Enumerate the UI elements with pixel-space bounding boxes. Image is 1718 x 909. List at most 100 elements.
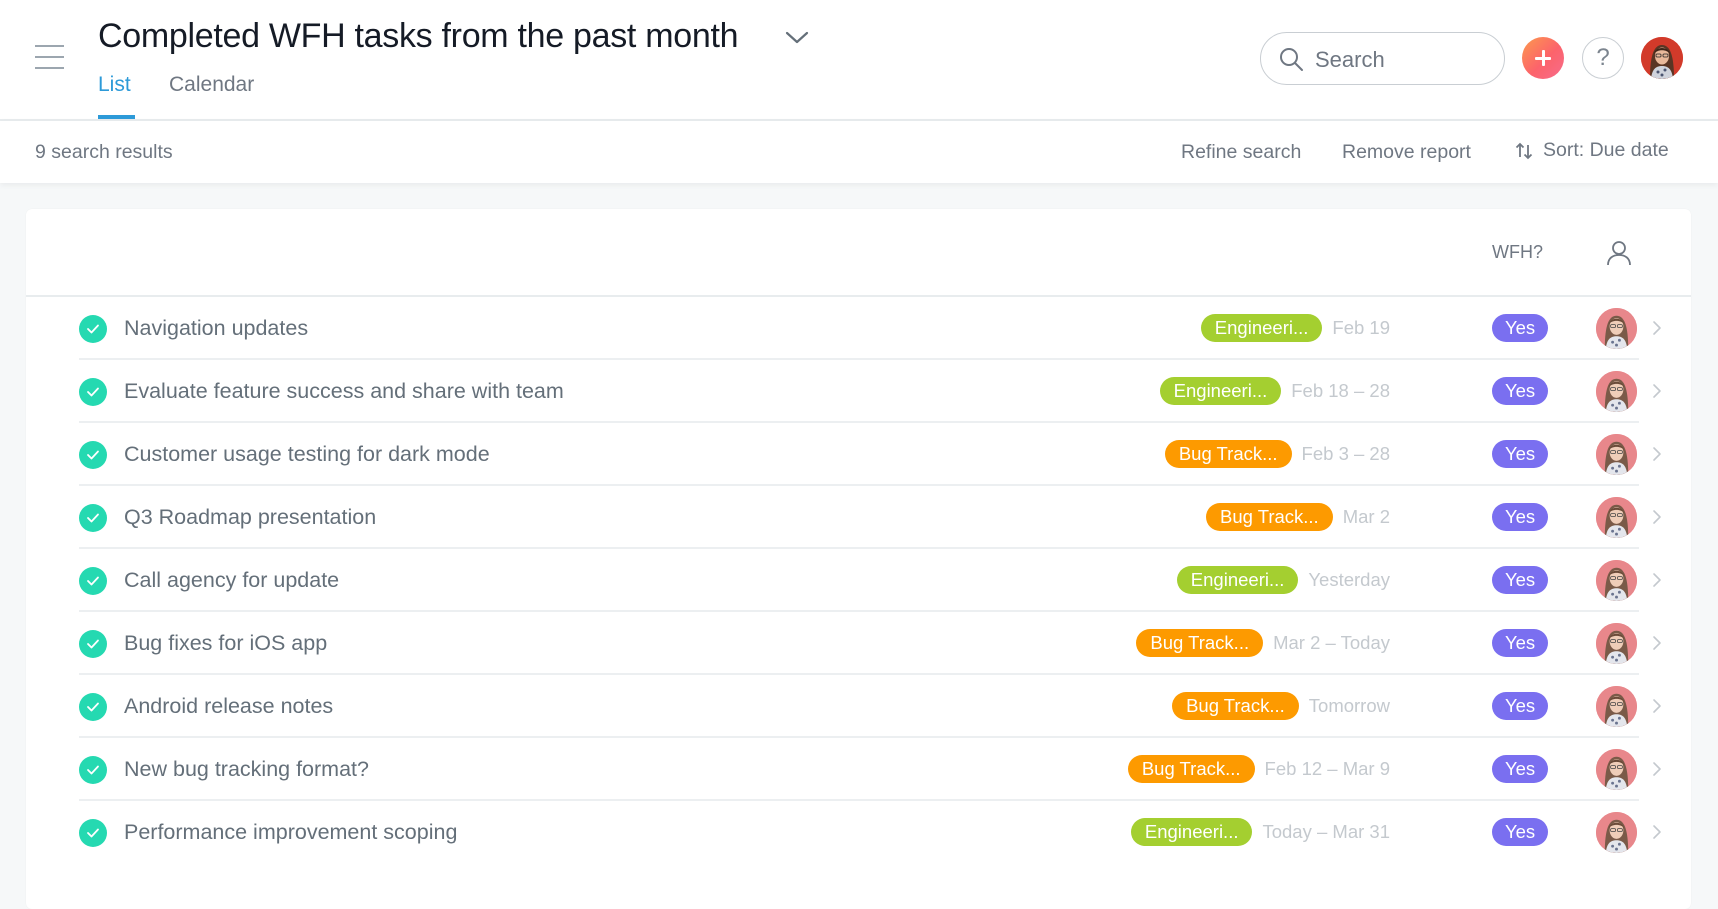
chevron-right-icon[interactable]: [1651, 508, 1663, 526]
wfh-value-pill[interactable]: Yes: [1492, 692, 1549, 720]
wfh-value-pill[interactable]: Yes: [1492, 377, 1549, 405]
project-tag[interactable]: Bug Track...: [1205, 503, 1333, 531]
task-name[interactable]: New bug tracking format?: [124, 757, 369, 782]
task-meta: Bug Track... Feb 12 – Mar 9: [1127, 755, 1390, 783]
task-meta: Engineeri... Today – Mar 31: [1130, 818, 1390, 846]
completed-check-icon[interactable]: [79, 378, 107, 406]
completed-check-icon[interactable]: [79, 819, 107, 847]
completed-check-icon[interactable]: [79, 504, 107, 532]
column-header-row: WFH?: [26, 209, 1691, 297]
chevron-right-icon[interactable]: [1651, 634, 1663, 652]
project-tag[interactable]: Bug Track...: [1172, 692, 1299, 720]
task-row[interactable]: Call agency for update Engineeri... Yester…: [26, 549, 1691, 612]
wfh-value-pill[interactable]: Yes: [1492, 755, 1549, 783]
due-date: Feb 18 – 28: [1291, 380, 1390, 401]
task-name[interactable]: Customer usage testing for dark mode: [124, 442, 490, 467]
chevron-right-icon[interactable]: [1651, 697, 1663, 715]
project-tag[interactable]: Engineeri...: [1159, 377, 1282, 405]
task-meta: Engineeri... Feb 18 – 28: [1159, 377, 1390, 405]
wfh-value-pill[interactable]: Yes: [1492, 629, 1549, 657]
task-row[interactable]: Navigation updates Engineeri... Feb 19 Yes: [26, 297, 1691, 360]
search-box[interactable]: [1260, 32, 1505, 85]
project-tag[interactable]: Bug Track...: [1127, 755, 1255, 783]
task-name[interactable]: Q3 Roadmap presentation: [124, 505, 376, 530]
project-tag[interactable]: Bug Track...: [1136, 629, 1264, 657]
results-toolbar: 9 search results Refine search Remove re…: [0, 121, 1718, 183]
tab-calendar[interactable]: Calendar: [169, 73, 254, 97]
chevron-right-icon[interactable]: [1651, 445, 1663, 463]
chevron-right-icon[interactable]: [1651, 319, 1663, 337]
chevron-right-icon[interactable]: [1651, 760, 1663, 778]
page-title: Completed WFH tasks from the past month: [98, 17, 739, 55]
completed-check-icon[interactable]: [79, 693, 107, 721]
task-meta: Engineeri... Feb 19: [1200, 314, 1390, 342]
assignee-avatar[interactable]: [1596, 434, 1637, 475]
due-date: Tomorrow: [1308, 695, 1390, 716]
due-date: Mar 2 – Today: [1273, 632, 1390, 653]
project-tag[interactable]: Engineeri...: [1130, 818, 1253, 846]
completed-check-icon[interactable]: [79, 315, 107, 343]
chevron-right-icon[interactable]: [1651, 823, 1663, 841]
chevron-right-icon[interactable]: [1651, 382, 1663, 400]
column-header-wfh[interactable]: WFH?: [1492, 242, 1543, 263]
task-meta: Bug Track... Feb 3 – 28: [1164, 440, 1390, 468]
wfh-value-pill[interactable]: Yes: [1492, 314, 1549, 342]
task-name[interactable]: Call agency for update: [124, 568, 339, 593]
refine-search-button[interactable]: Refine search: [1181, 141, 1301, 164]
wfh-value-pill[interactable]: Yes: [1492, 440, 1549, 468]
task-row[interactable]: Android release notes Bug Track... Tomorro…: [26, 675, 1691, 738]
task-row[interactable]: Bug fixes for iOS app Bug Track... Mar 2 –…: [26, 612, 1691, 675]
task-row[interactable]: Q3 Roadmap presentation Bug Track... Mar 2…: [26, 486, 1691, 549]
user-avatar[interactable]: [1641, 37, 1683, 79]
user-photo-icon: [1641, 37, 1683, 79]
help-button[interactable]: ?: [1582, 37, 1624, 79]
search-icon: [1280, 48, 1303, 71]
assignee-avatar[interactable]: [1596, 371, 1637, 412]
top-bar: Completed WFH tasks from the past month …: [0, 0, 1718, 121]
assignee-avatar[interactable]: [1596, 749, 1637, 790]
task-row[interactable]: New bug tracking format? Bug Track... Feb …: [26, 738, 1691, 801]
completed-check-icon[interactable]: [79, 567, 107, 595]
due-date: Feb 12 – Mar 9: [1264, 758, 1390, 779]
assignee-avatar[interactable]: [1596, 812, 1637, 853]
task-meta: Bug Track... Mar 2 – Today: [1136, 629, 1390, 657]
project-tag[interactable]: Engineeri...: [1200, 314, 1323, 342]
search-input[interactable]: [1315, 47, 1485, 73]
person-icon[interactable]: [1606, 239, 1632, 267]
assignee-avatar[interactable]: [1596, 686, 1637, 727]
task-meta: Bug Track... Tomorrow: [1172, 692, 1390, 720]
task-row[interactable]: Customer usage testing for dark mode Bug …: [26, 423, 1691, 486]
task-name[interactable]: Evaluate feature success and share with …: [124, 379, 564, 404]
task-name[interactable]: Bug fixes for iOS app: [124, 631, 327, 656]
sort-arrows-icon: [1515, 142, 1533, 159]
project-tag[interactable]: Bug Track...: [1164, 440, 1292, 468]
task-row[interactable]: Evaluate feature success and share with …: [26, 360, 1691, 423]
assignee-avatar[interactable]: [1596, 308, 1637, 349]
completed-check-icon[interactable]: [79, 756, 107, 784]
due-date: Today – Mar 31: [1262, 821, 1390, 842]
task-meta: Bug Track... Mar 2: [1205, 503, 1390, 531]
completed-check-icon[interactable]: [79, 441, 107, 469]
project-tag[interactable]: Engineeri...: [1176, 566, 1299, 594]
task-name[interactable]: Performance improvement scoping: [124, 820, 457, 845]
chevron-right-icon[interactable]: [1651, 571, 1663, 589]
task-row[interactable]: Performance improvement scoping Engineeri…: [26, 801, 1691, 864]
due-date: Feb 19: [1332, 317, 1390, 338]
hamburger-menu-icon[interactable]: [35, 45, 64, 69]
assignee-avatar[interactable]: [1596, 560, 1637, 601]
remove-report-button[interactable]: Remove report: [1342, 141, 1471, 164]
completed-check-icon[interactable]: [79, 630, 107, 658]
task-list-card: WFH? Navigation updates Engineeri... Feb 1…: [26, 209, 1691, 909]
due-date: Mar 2: [1342, 506, 1390, 527]
assignee-avatar[interactable]: [1596, 623, 1637, 664]
task-name[interactable]: Android release notes: [124, 694, 333, 719]
task-name[interactable]: Navigation updates: [124, 316, 308, 341]
assignee-avatar[interactable]: [1596, 497, 1637, 538]
wfh-value-pill[interactable]: Yes: [1492, 818, 1549, 846]
tab-list[interactable]: List: [98, 73, 131, 97]
chevron-down-icon[interactable]: [784, 27, 810, 47]
wfh-value-pill[interactable]: Yes: [1492, 503, 1549, 531]
sort-button[interactable]: Sort: Due date: [1514, 139, 1669, 162]
wfh-value-pill[interactable]: Yes: [1492, 566, 1549, 594]
quick-add-button[interactable]: [1522, 37, 1564, 79]
